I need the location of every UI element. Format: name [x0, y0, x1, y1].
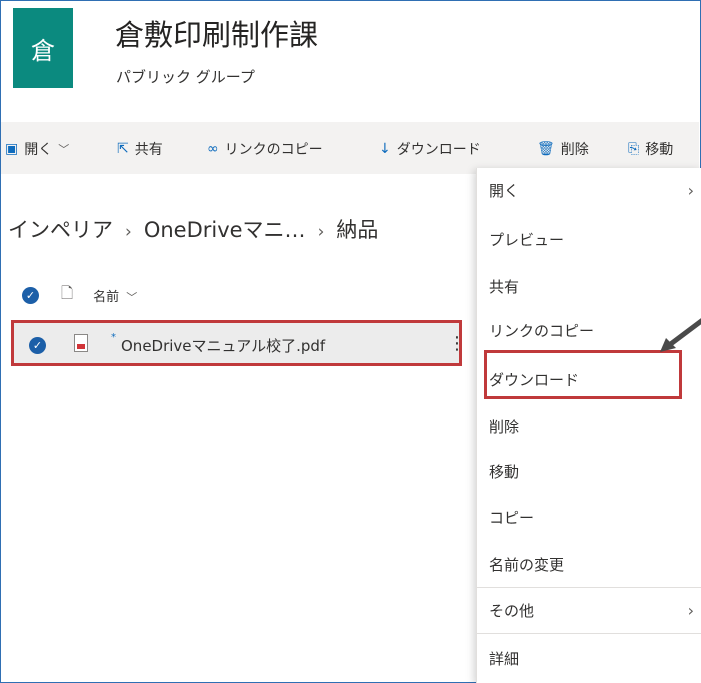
command-bar: ▣ 開く ﹀ ⇱ 共有 ∞ リンクのコピー ↓ ダウンロード 🗑 削除 ⎘ 移動	[1, 122, 699, 174]
menu-item-details[interactable]: 詳細	[477, 636, 701, 680]
copy-link-label: リンクのコピー	[224, 142, 323, 158]
breadcrumb-item-3[interactable]: 納品	[336, 218, 378, 242]
menu-item-label: リンクのコピー	[489, 321, 595, 340]
select-all-check-icon[interactable]: ✓	[22, 286, 39, 304]
pdf-file-icon	[74, 334, 88, 352]
link-icon: ∞	[207, 141, 219, 157]
breadcrumb-item-1[interactable]: インペリア	[8, 218, 113, 242]
breadcrumb: インペリア › OneDriveマニ… › 納品	[8, 214, 378, 244]
menu-item-label: その他	[489, 601, 535, 620]
menu-item-preview[interactable]: プレビュー	[477, 217, 701, 261]
file-name[interactable]: OneDriveマニュアル校了.pdf	[121, 335, 325, 356]
menu-item-more[interactable]: その他 ›	[477, 588, 701, 632]
menu-item-label: 名前の変更	[489, 555, 565, 574]
menu-divider	[477, 633, 701, 634]
menu-item-copy[interactable]: コピー	[477, 495, 701, 539]
callout-arrow-icon	[660, 318, 701, 352]
chevron-right-icon: ›	[687, 180, 694, 200]
menu-item-delete[interactable]: 削除	[477, 404, 701, 448]
copy-link-button[interactable]: ∞ リンクのコピー	[207, 139, 323, 159]
site-logo[interactable]: 倉	[13, 8, 73, 88]
delete-label: 削除	[560, 142, 589, 158]
context-menu: 開く › プレビュー 共有 リンクのコピー ダウンロード 削除 移動 コピー 名…	[476, 168, 701, 683]
row-check-icon[interactable]: ✓	[29, 337, 46, 354]
breadcrumb-item-2[interactable]: OneDriveマニ…	[144, 218, 306, 242]
new-file-icon: ⁎	[111, 329, 116, 340]
menu-item-label: 削除	[489, 417, 520, 436]
download-highlight-box	[484, 350, 682, 399]
download-label: ダウンロード	[396, 142, 481, 158]
chevron-right-icon: ›	[125, 222, 132, 242]
name-column-label: 名前	[93, 289, 120, 305]
chevron-down-icon: ﹀	[58, 143, 70, 156]
menu-item-label: 開く	[489, 181, 520, 200]
name-column-header[interactable]: 名前 ﹀	[93, 286, 137, 305]
menu-item-label: 移動	[489, 462, 520, 481]
move-label: 移動	[645, 142, 674, 158]
list-header: ✓ 🗋 名前 ﹀	[22, 280, 137, 310]
chevron-right-icon: ›	[317, 222, 325, 242]
site-title: 倉敷印刷制作課	[115, 18, 319, 52]
site-logo-char: 倉	[31, 36, 55, 65]
share-label: 共有	[134, 142, 163, 158]
menu-item-label: 共有	[489, 277, 520, 296]
file-row[interactable]: ✓ ⁎ OneDriveマニュアル校了.pdf ⋮	[11, 320, 466, 366]
download-button[interactable]: ↓ ダウンロード	[379, 139, 481, 159]
open-label: 開く	[24, 142, 53, 158]
chevron-right-icon: ›	[687, 600, 694, 620]
menu-item-open[interactable]: 開く ›	[477, 168, 701, 212]
delete-button[interactable]: 🗑 削除	[537, 139, 589, 159]
menu-item-label: コピー	[489, 508, 535, 527]
more-options-icon[interactable]: ⋮	[448, 333, 466, 354]
menu-item-move[interactable]: 移動	[477, 449, 701, 493]
file-type-header-icon: 🗋	[61, 283, 74, 302]
move-icon: ⎘	[628, 141, 640, 157]
menu-item-rename[interactable]: 名前の変更	[477, 542, 701, 586]
share-icon: ⇱	[117, 141, 129, 157]
download-icon: ↓	[379, 141, 391, 157]
share-button[interactable]: ⇱ 共有	[117, 139, 163, 159]
menu-item-label: 詳細	[489, 649, 520, 668]
site-subtitle: パブリック グループ	[116, 68, 255, 86]
trash-icon: 🗑	[537, 141, 555, 157]
move-button[interactable]: ⎘ 移動	[628, 139, 673, 159]
open-icon: ▣	[5, 141, 19, 157]
chevron-down-icon: ﹀	[126, 290, 138, 304]
open-button[interactable]: ▣ 開く ﹀	[5, 139, 69, 159]
menu-item-label: プレビュー	[489, 230, 565, 249]
